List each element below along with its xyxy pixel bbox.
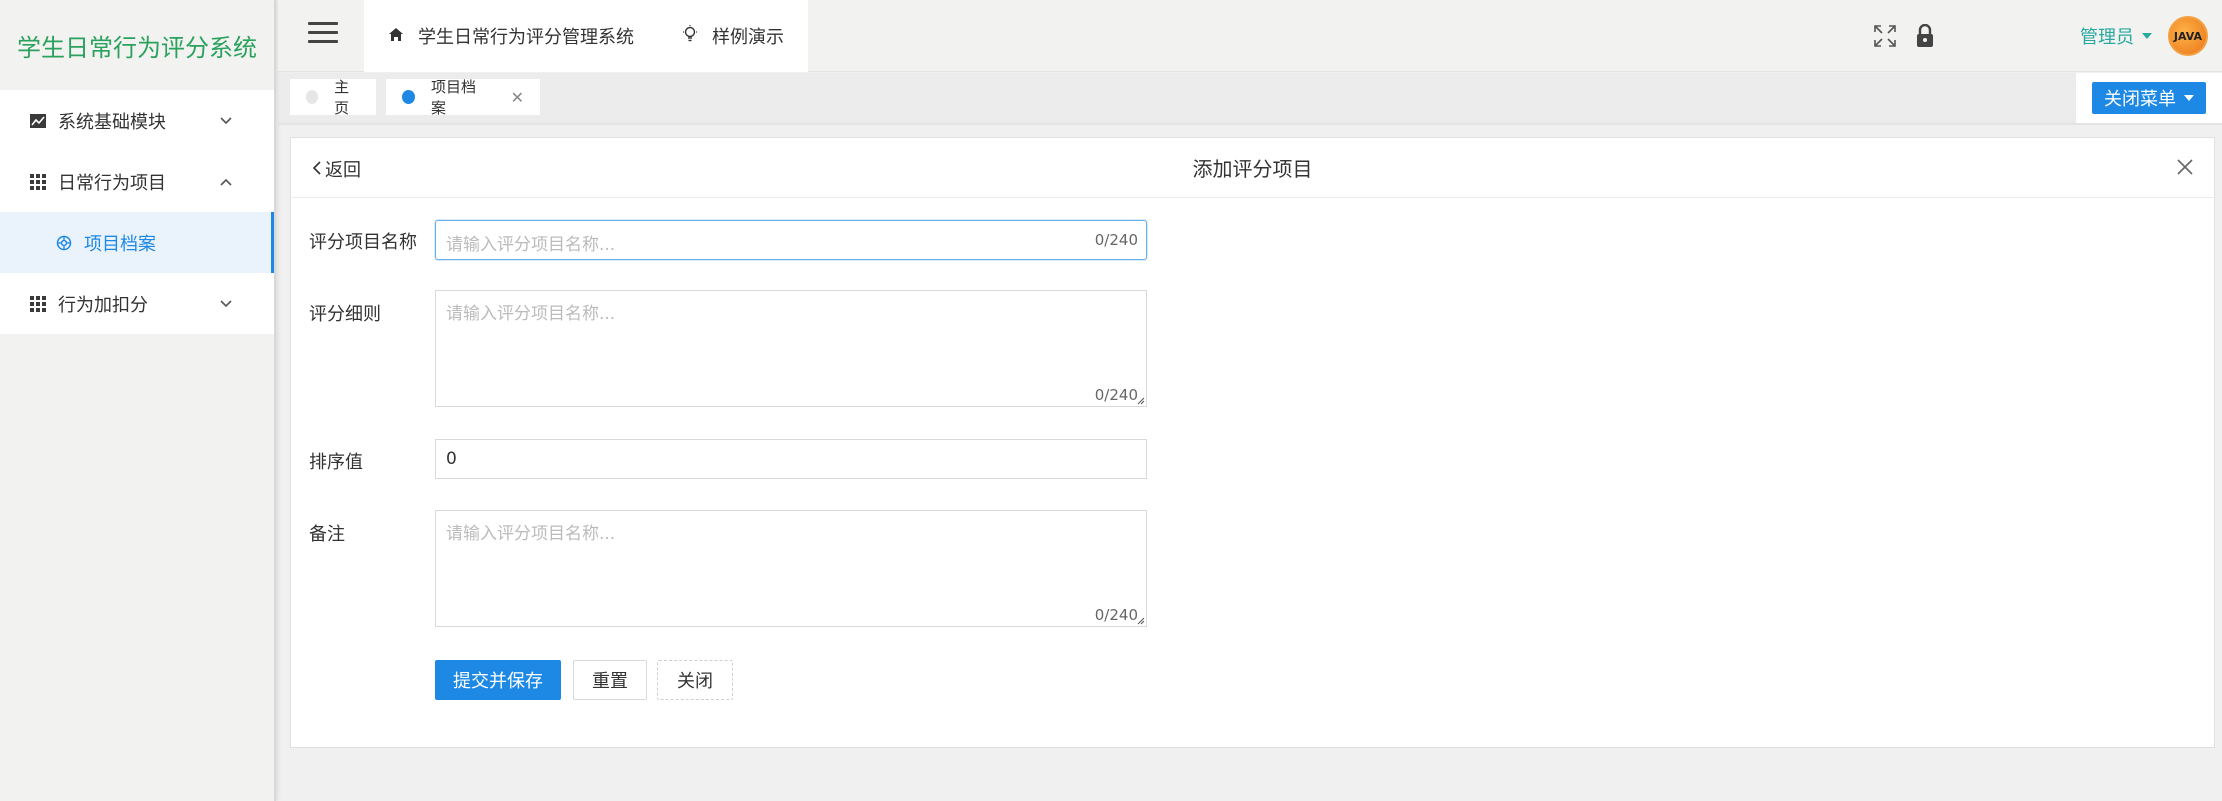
top-nav: 学生日常行为评分管理系统 样例演示 <box>364 0 808 72</box>
close-icon[interactable]: ✕ <box>511 88 524 107</box>
chevron-down-icon <box>220 113 232 129</box>
grid-icon <box>30 173 46 190</box>
char-counter: 0/240 <box>1094 231 1138 249</box>
close-menu-button[interactable]: 关闭菜单 <box>2092 82 2206 114</box>
chart-icon <box>30 113 46 129</box>
back-button[interactable]: 返回 <box>312 156 361 182</box>
field-label-sort-value: 排序值 <box>309 452 363 473</box>
sidebar-item-label: 系统基础模块 <box>58 111 166 133</box>
close-menu-area: 关闭菜单 <box>2076 73 2222 123</box>
resize-handle-icon[interactable] <box>1137 397 1145 405</box>
placeholder: 请输入评分项目名称... <box>446 235 616 255</box>
sidebar-item-label: 日常行为项目 <box>58 172 166 194</box>
remark-textarea[interactable]: 请输入评分项目名称... 0/240 <box>435 510 1147 627</box>
tab-home[interactable]: 主页 <box>290 78 376 117</box>
top-nav-label: 样例演示 <box>712 27 784 48</box>
sidebar-item-behavior-score[interactable]: 行为加扣分 <box>0 273 274 334</box>
admin-user-menu[interactable]: 管理员 <box>2080 23 2134 49</box>
char-counter: 0/240 <box>1094 606 1138 624</box>
top-bar: 学生日常行为评分管理系统 样例演示 管理员 JAVA <box>278 0 2222 72</box>
top-nav-label: 学生日常行为评分管理系统 <box>418 27 634 48</box>
sidebar: 学生日常行为评分系统 系统基础模块 日常行为项目 项目档案 行为加扣分 <box>0 0 276 801</box>
top-nav-demo[interactable]: 样例演示 <box>658 0 808 72</box>
chevron-down-icon <box>220 296 232 312</box>
top-right-tools: 管理员 JAVA <box>1870 0 2222 72</box>
bulb-icon <box>682 24 712 48</box>
grid-icon <box>30 295 46 312</box>
tab-dot-icon <box>402 90 415 104</box>
home-icon <box>388 26 418 47</box>
char-counter: 0/240 <box>1094 386 1138 404</box>
page-title: 添加评分项目 <box>1192 157 1313 181</box>
tab-dot-icon <box>306 90 319 104</box>
avatar[interactable]: JAVA <box>2168 16 2208 56</box>
chevron-up-icon <box>220 174 232 190</box>
caret-down-icon <box>2184 95 2194 101</box>
sidebar-item-label: 行为加扣分 <box>58 294 148 316</box>
app-logo-title[interactable]: 学生日常行为评分系统 <box>0 0 274 90</box>
top-nav-home[interactable]: 学生日常行为评分管理系统 <box>364 0 658 72</box>
fullscreen-icon[interactable] <box>1870 21 1900 51</box>
tab-project-archive[interactable]: 项目档案 ✕ <box>386 78 540 117</box>
placeholder: 请输入评分项目名称... <box>446 304 616 324</box>
tabs-bar: 主页 项目档案 ✕ 关闭菜单 <box>278 73 2222 125</box>
lock-icon[interactable] <box>1910 21 1940 51</box>
hamburger-menu-icon[interactable] <box>308 22 338 46</box>
back-label: 返回 <box>325 160 361 181</box>
sort-value-input[interactable]: 0 <box>435 439 1147 479</box>
field-label-remark: 备注 <box>309 524 345 545</box>
input-value: 0 <box>446 449 457 469</box>
chevron-left-icon <box>312 159 321 180</box>
placeholder: 请输入评分项目名称... <box>446 524 616 544</box>
close-icon[interactable] <box>2176 156 2194 180</box>
scoring-rules-textarea[interactable]: 请输入评分项目名称... 0/240 <box>435 290 1147 407</box>
reset-button[interactable]: 重置 <box>573 660 647 700</box>
close-button[interactable]: 关闭 <box>657 660 733 700</box>
field-label-project-name: 评分项目名称 <box>309 232 417 253</box>
tab-label: 主页 <box>334 78 350 117</box>
sidebar-item-project-archive[interactable]: 项目档案 <box>0 212 274 273</box>
project-name-input[interactable]: 请输入评分项目名称... 0/240 <box>435 220 1147 260</box>
sidebar-menu: 系统基础模块 日常行为项目 项目档案 行为加扣分 <box>0 90 274 334</box>
submit-save-button[interactable]: 提交并保存 <box>435 660 561 700</box>
sidebar-item-system-basic[interactable]: 系统基础模块 <box>0 90 274 151</box>
form-card: 返回 添加评分项目 评分项目名称 请输入评分项目名称... 0/240 评分细则… <box>290 137 2215 748</box>
field-label-scoring-rules: 评分细则 <box>309 304 381 325</box>
form-header: 返回 添加评分项目 <box>291 138 2214 198</box>
circle-gear-icon <box>56 235 72 251</box>
sidebar-item-daily-behavior[interactable]: 日常行为项目 <box>0 151 274 212</box>
resize-handle-icon[interactable] <box>1137 617 1145 625</box>
tab-label: 项目档案 <box>430 78 476 117</box>
sidebar-item-label: 项目档案 <box>84 233 156 255</box>
close-menu-label: 关闭菜单 <box>2104 89 2176 110</box>
caret-down-icon[interactable] <box>2142 33 2152 39</box>
